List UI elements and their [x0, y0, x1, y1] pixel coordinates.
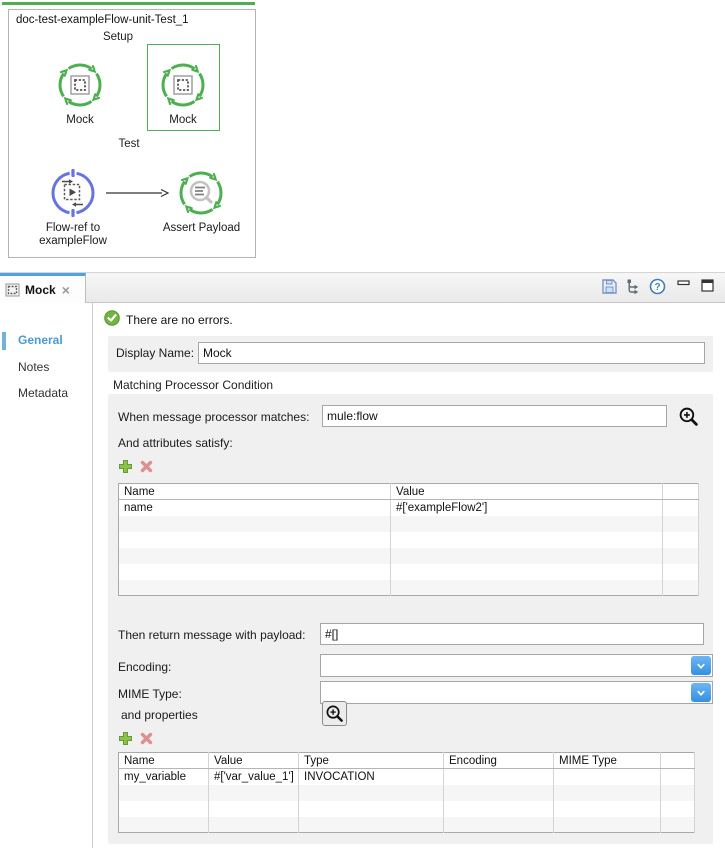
munit-editor-screen: doc-test-exampleFlow-unit-Test_1 Setup M… — [0, 0, 725, 848]
tab-mock-icon — [5, 282, 21, 298]
help-icon: ? — [649, 278, 666, 295]
add-property-button[interactable] — [118, 731, 133, 749]
table-row[interactable] — [119, 580, 699, 596]
table-row[interactable]: name #['exampleFlow2'] — [119, 500, 699, 516]
mock-node-1-label: Mock — [50, 114, 110, 127]
column-header: Encoding — [444, 753, 554, 769]
sidebar-active-indicator — [2, 332, 6, 350]
mock-node-1[interactable] — [55, 60, 105, 110]
section-title: Matching Processor Condition — [113, 378, 273, 392]
tab-mock[interactable]: Mock × — [0, 273, 86, 303]
when-matches-input[interactable] — [322, 405, 667, 427]
tree-button[interactable] — [625, 278, 643, 296]
zoom-icon — [678, 406, 699, 427]
cell-name[interactable]: name — [119, 500, 391, 516]
column-header — [663, 484, 699, 500]
test-flow-title: doc-test-exampleFlow-unit-Test_1 — [16, 14, 189, 26]
table-row[interactable] — [119, 548, 699, 564]
add-attribute-button[interactable] — [118, 459, 133, 477]
table-row[interactable] — [119, 785, 695, 801]
connector-arrow — [104, 188, 170, 198]
cell-type[interactable]: INVOCATION — [299, 769, 444, 785]
sidebar-item-notes[interactable]: Notes — [18, 360, 49, 374]
mime-type-select[interactable] — [320, 681, 713, 704]
minimize-button[interactable] — [676, 278, 694, 296]
save-icon — [601, 278, 618, 295]
delete-icon — [139, 731, 154, 746]
test-lane-label: Test — [104, 138, 154, 150]
column-header: Type — [299, 753, 444, 769]
mock-icon — [55, 60, 105, 110]
cell-mime[interactable] — [554, 769, 661, 785]
mime-type-label: MIME Type: — [118, 687, 182, 701]
attributes-label: And attributes satisfy: — [118, 436, 233, 450]
table-header-row: Name Value — [119, 484, 699, 500]
display-name-label: Display Name: — [116, 346, 194, 360]
column-header: MIME Type — [554, 753, 661, 769]
save-button[interactable] — [601, 278, 619, 296]
encoding-label: Encoding: — [118, 660, 171, 674]
assert-payload-icon — [176, 168, 226, 218]
encoding-select[interactable] — [320, 654, 713, 677]
flow-ref-node-label: Flow-ref to exampleFlow — [26, 222, 120, 248]
tab-mock-label: Mock — [25, 283, 56, 297]
display-name-input[interactable] — [198, 342, 705, 364]
chevron-down-icon[interactable] — [691, 656, 711, 675]
table-header-row: Name Value Type Encoding MIME Type — [119, 753, 695, 769]
mock-node-2-label: Mock — [153, 114, 213, 127]
sidebar-item-general[interactable]: General — [18, 333, 63, 347]
table-row[interactable] — [119, 564, 699, 580]
sidebar-item-metadata[interactable]: Metadata — [18, 386, 68, 400]
column-header: Value — [391, 484, 663, 500]
status-ok-icon — [104, 310, 120, 326]
cell-encoding[interactable] — [444, 769, 554, 785]
maximize-icon — [700, 278, 715, 293]
assert-payload-node[interactable] — [176, 168, 226, 218]
svg-text:?: ? — [654, 282, 660, 293]
table-row[interactable] — [119, 516, 699, 532]
table-row[interactable]: my_variable #['var_value_1'] INVOCATION — [119, 769, 695, 785]
assert-payload-node-label: Assert Payload — [154, 222, 249, 235]
column-header: Name — [119, 484, 391, 500]
payload-input[interactable] — [320, 623, 704, 645]
attributes-table[interactable]: Name Value name #['exampleFlow2'] — [118, 483, 699, 596]
setup-lane-label: Setup — [93, 31, 143, 43]
mock-icon — [158, 60, 208, 110]
add-icon — [118, 459, 133, 474]
flow-ref-icon — [48, 168, 98, 218]
table-row[interactable] — [119, 801, 695, 817]
delete-attribute-button[interactable] — [139, 459, 154, 477]
when-matches-browse-button[interactable] — [678, 406, 699, 430]
cell-value[interactable]: #['exampleFlow2'] — [391, 500, 663, 516]
properties-table[interactable]: Name Value Type Encoding MIME Type my_va… — [118, 752, 695, 833]
view-toolbar: ? — [601, 278, 718, 296]
column-header: Value — [209, 753, 299, 769]
zoom-icon — [325, 704, 344, 723]
cell-name[interactable]: my_variable — [119, 769, 209, 785]
tree-icon — [625, 278, 642, 295]
delete-icon — [139, 459, 154, 474]
properties-browse-button[interactable] — [322, 701, 347, 726]
column-header — [661, 753, 695, 769]
cell-value[interactable]: #['var_value_1'] — [209, 769, 299, 785]
delete-property-button[interactable] — [139, 731, 154, 749]
table-row[interactable] — [119, 817, 695, 833]
flow-ref-node[interactable] — [48, 168, 98, 218]
editor-tab-bar: Mock × — [0, 272, 725, 303]
close-icon[interactable]: × — [62, 282, 70, 298]
mock-node-2[interactable] — [158, 60, 208, 110]
table-row[interactable] — [119, 532, 699, 548]
add-icon — [118, 731, 133, 746]
maximize-button[interactable] — [700, 278, 718, 296]
test-flow-top-bar — [2, 2, 255, 5]
status-message: There are no errors. — [126, 313, 233, 327]
sidebar-divider — [92, 303, 93, 848]
help-button[interactable]: ? — [649, 278, 667, 296]
when-matches-label: When message processor matches: — [118, 410, 309, 424]
minimize-icon — [676, 278, 691, 293]
properties-label: and properties — [121, 708, 198, 722]
column-header: Name — [119, 753, 209, 769]
payload-label: Then return message with payload: — [118, 628, 305, 642]
chevron-down-icon[interactable] — [691, 683, 711, 702]
